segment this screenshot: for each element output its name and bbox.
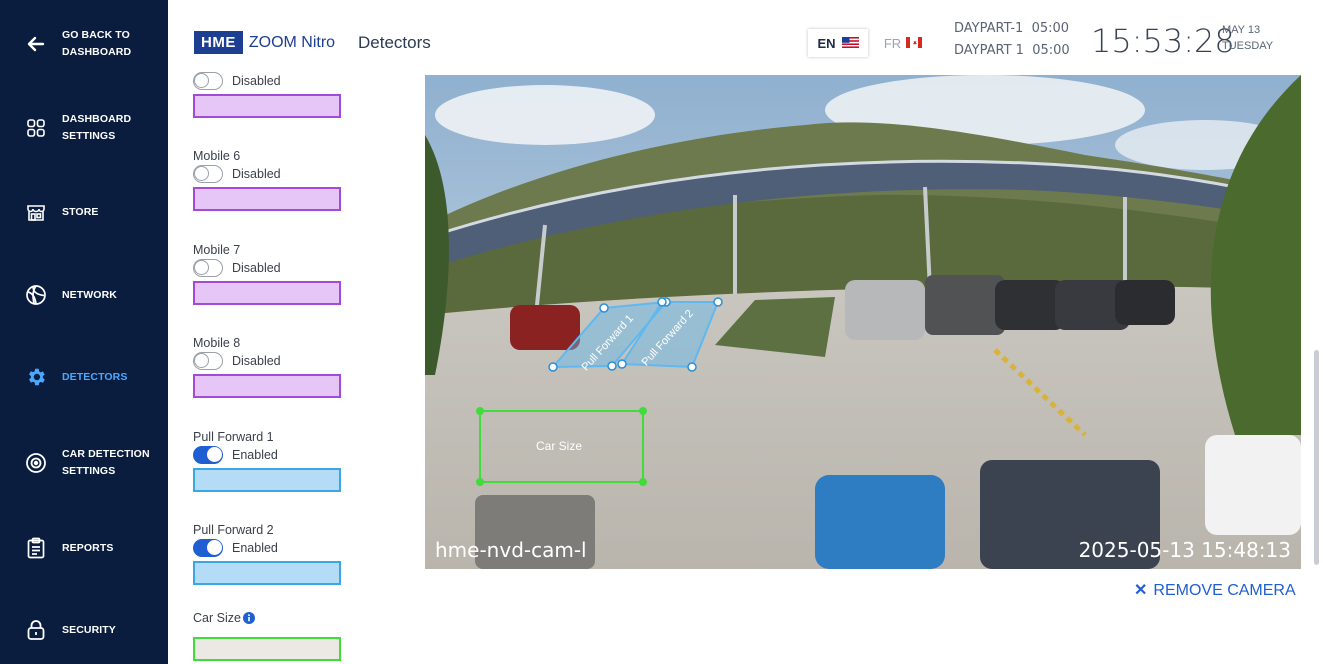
zone-handle[interactable] [657, 297, 667, 307]
detector-status: Enabled [232, 448, 278, 462]
clock: 15:53:28 [1091, 22, 1235, 60]
detector-item: Pull Forward 2 Enabled [193, 523, 341, 585]
zone-handle[interactable] [476, 478, 484, 486]
detector-toggle[interactable] [193, 539, 223, 557]
date-month: MAY 13 [1222, 24, 1261, 36]
camera-name: hme-nvd-cam-l [435, 538, 587, 562]
daypart-line-2: DAYPART 1 05:00 [954, 43, 1070, 58]
remove-camera-label: REMOVE CAMERA [1153, 582, 1296, 599]
sidebar-item-go-back[interactable]: GO BACK TO DASHBOARD [0, 26, 168, 62]
canada-flag-icon [906, 36, 923, 51]
detector-item: Mobile 8 Disabled [193, 336, 341, 398]
detector-toggle[interactable] [193, 352, 223, 370]
sidebar-item-dashboard-settings[interactable]: DASHBOARD SETTINGS [0, 110, 168, 146]
sidebar-item-label: DASHBOARD SETTINGS [62, 113, 132, 142]
detector-status: Disabled [232, 261, 281, 275]
detector-toggle[interactable] [193, 259, 223, 277]
zone-handle[interactable] [476, 407, 484, 415]
detector-name: Pull Forward 2 [193, 523, 274, 537]
brand-logo: HME ZOOM Nitro [194, 31, 335, 54]
zone-handle[interactable] [639, 407, 647, 415]
camera-feed[interactable]: Pull Forward 1 Pull Forward 2 Car Size h… [425, 75, 1301, 569]
page-title: Detectors [358, 33, 431, 52]
detector-item: Pull Forward 1 Enabled [193, 430, 341, 492]
date-display: MAY 13 TUESDAY [1222, 22, 1273, 54]
detector-item: Car Size [193, 611, 341, 661]
detector-color-swatch[interactable] [193, 561, 341, 585]
zone-handle[interactable] [548, 362, 558, 372]
sidebar-item-reports[interactable]: REPORTS [0, 536, 168, 560]
info-icon[interactable] [242, 612, 255, 624]
lang-en-button[interactable]: EN [808, 29, 868, 57]
lang-fr-label: FR [883, 35, 902, 51]
lang-en-label: EN [817, 35, 836, 51]
detector-color-swatch[interactable] [193, 374, 341, 398]
sidebar-item-detectors[interactable]: DETECTORS [0, 365, 168, 389]
lang-fr-button[interactable]: FR [880, 29, 926, 57]
zone-handle[interactable] [599, 303, 609, 313]
gear-icon [24, 365, 48, 389]
detector-item: Mobile 7 Disabled [193, 243, 341, 305]
car-detection-target-icon [24, 451, 48, 475]
sidebar-item-network[interactable]: NETWORK [0, 283, 168, 307]
detector-item: Disabled [193, 72, 341, 118]
detector-list: Disabled Mobile 6 Disabled Mobile 7 Disa… [168, 68, 408, 664]
detector-color-swatch[interactable] [193, 281, 341, 305]
arrow-left-icon [24, 32, 48, 56]
camera-timestamp: 2025-05-13 15:48:13 [1079, 538, 1291, 562]
sidebar-item-label: NETWORK [62, 288, 117, 301]
detector-toggle[interactable] [193, 446, 223, 464]
store-icon [24, 200, 48, 224]
dashboard-grid-icon [24, 116, 48, 140]
detector-status: Disabled [232, 167, 281, 181]
sidebar-item-store[interactable]: STORE [0, 200, 168, 224]
detector-item: Mobile 6 Disabled [193, 149, 341, 211]
zone-handle[interactable] [607, 361, 617, 371]
detector-color-swatch[interactable] [193, 468, 341, 492]
zone-handle[interactable] [639, 478, 647, 486]
zone-overlay: Pull Forward 1 Pull Forward 2 Car Size h… [435, 297, 1291, 562]
sidebar-item-label: STORE [62, 205, 99, 218]
detector-color-swatch[interactable] [193, 637, 341, 661]
sidebar-item-label: GO BACK TO DASHBOARD [62, 29, 132, 58]
detector-name: Mobile 7 [193, 243, 241, 257]
sidebar-item-security[interactable]: SECURITY [0, 618, 168, 642]
sidebar-item-label: DETECTORS [62, 370, 128, 383]
car-size-label: Car Size [536, 439, 582, 453]
detector-name: Mobile 8 [193, 336, 241, 350]
detector-color-swatch[interactable] [193, 187, 341, 211]
brand-box: HME [194, 31, 243, 54]
us-flag-icon [841, 36, 859, 51]
sidebar-item-label: CAR DETECTION SETTINGS [62, 448, 150, 477]
detector-status: Disabled [232, 354, 281, 368]
detector-toggle[interactable] [193, 165, 223, 183]
close-icon: ✕ [1134, 582, 1148, 599]
zone-handle[interactable] [617, 359, 627, 369]
detector-status: Disabled [232, 74, 281, 88]
detector-name: Pull Forward 1 [193, 430, 274, 444]
sidebar-item-label: SECURITY [62, 623, 116, 636]
sidebar: GO BACK TO DASHBOARD DASHBOARD SETTINGS … [0, 0, 168, 664]
daypart-line-1: DAYPART-1 05:00 [954, 21, 1070, 36]
scrollbar[interactable] [1314, 350, 1319, 565]
date-weekday: TUESDAY [1222, 40, 1274, 52]
network-globe-icon [24, 283, 48, 307]
detector-color-swatch[interactable] [193, 94, 341, 118]
zone-handle[interactable] [713, 297, 723, 307]
daypart-info: DAYPART-1 05:00 DAYPART 1 05:00 [954, 18, 1070, 62]
detector-name: Car Size [193, 611, 241, 625]
detector-status: Enabled [232, 541, 278, 555]
lock-icon [24, 618, 48, 642]
zone-handle[interactable] [687, 362, 697, 372]
clipboard-icon [24, 536, 48, 560]
sidebar-item-car-detection-settings[interactable]: CAR DETECTION SETTINGS [0, 445, 168, 481]
brand-name: ZOOM Nitro [248, 33, 336, 51]
remove-camera-button[interactable]: ✕ REMOVE CAMERA [1134, 580, 1296, 600]
sidebar-item-label: REPORTS [62, 541, 114, 554]
detector-name: Mobile 6 [193, 149, 241, 163]
detector-toggle[interactable] [193, 72, 223, 90]
